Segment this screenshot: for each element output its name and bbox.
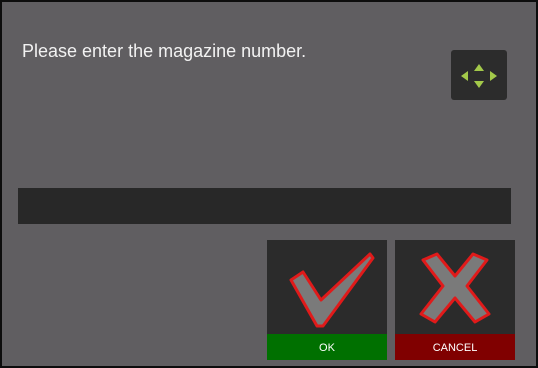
- ok-button[interactable]: OK: [267, 240, 387, 360]
- move-handle[interactable]: [451, 50, 507, 100]
- x-mark-icon: [419, 252, 491, 324]
- move-arrows-icon: [461, 64, 497, 88]
- magazine-number-dialog: Please enter the magazine number. OK CAN…: [0, 0, 538, 368]
- magazine-number-input[interactable]: [18, 188, 511, 224]
- cancel-button-label: CANCEL: [395, 334, 515, 360]
- ok-button-label: OK: [267, 334, 387, 360]
- dialog-prompt: Please enter the magazine number.: [22, 41, 307, 61]
- checkmark-icon: [289, 252, 375, 328]
- cancel-button[interactable]: CANCEL: [395, 240, 515, 360]
